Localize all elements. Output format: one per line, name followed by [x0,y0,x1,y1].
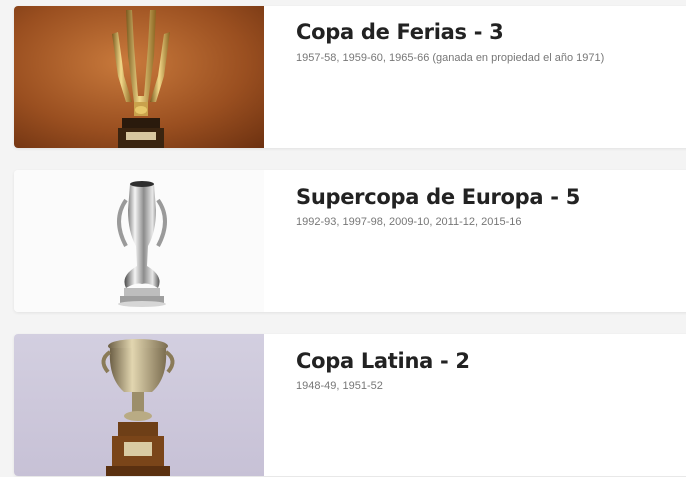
trophy-list: Copa de Ferias - 3 1957-58, 1959-60, 196… [0,0,686,477]
trophy-image [14,334,264,476]
trophy-image [14,6,264,148]
trophy-card[interactable]: Copa de Ferias - 3 1957-58, 1959-60, 196… [14,6,686,148]
trophy-title: Copa de Ferias - 3 [296,20,504,44]
trophy-years: 1957-58, 1959-60, 1965-66 (ganada en pro… [296,52,605,64]
trophy-years: 1992-93, 1997-98, 2009-10, 2011-12, 2015… [296,216,522,228]
trophy-card[interactable]: Copa Latina - 2 1948-49, 1951-52 [14,334,686,476]
copa-de-ferias-trophy-icon [14,6,264,148]
trophy-title: Copa Latina - 2 [296,349,470,373]
copa-latina-trophy-icon [14,334,264,476]
supercopa-de-europa-trophy-icon [14,170,264,312]
trophy-card[interactable]: Supercopa de Europa - 5 1992-93, 1997-98… [14,170,686,312]
trophy-image [14,170,264,312]
trophy-title: Supercopa de Europa - 5 [296,185,581,209]
trophy-years: 1948-49, 1951-52 [296,380,383,392]
